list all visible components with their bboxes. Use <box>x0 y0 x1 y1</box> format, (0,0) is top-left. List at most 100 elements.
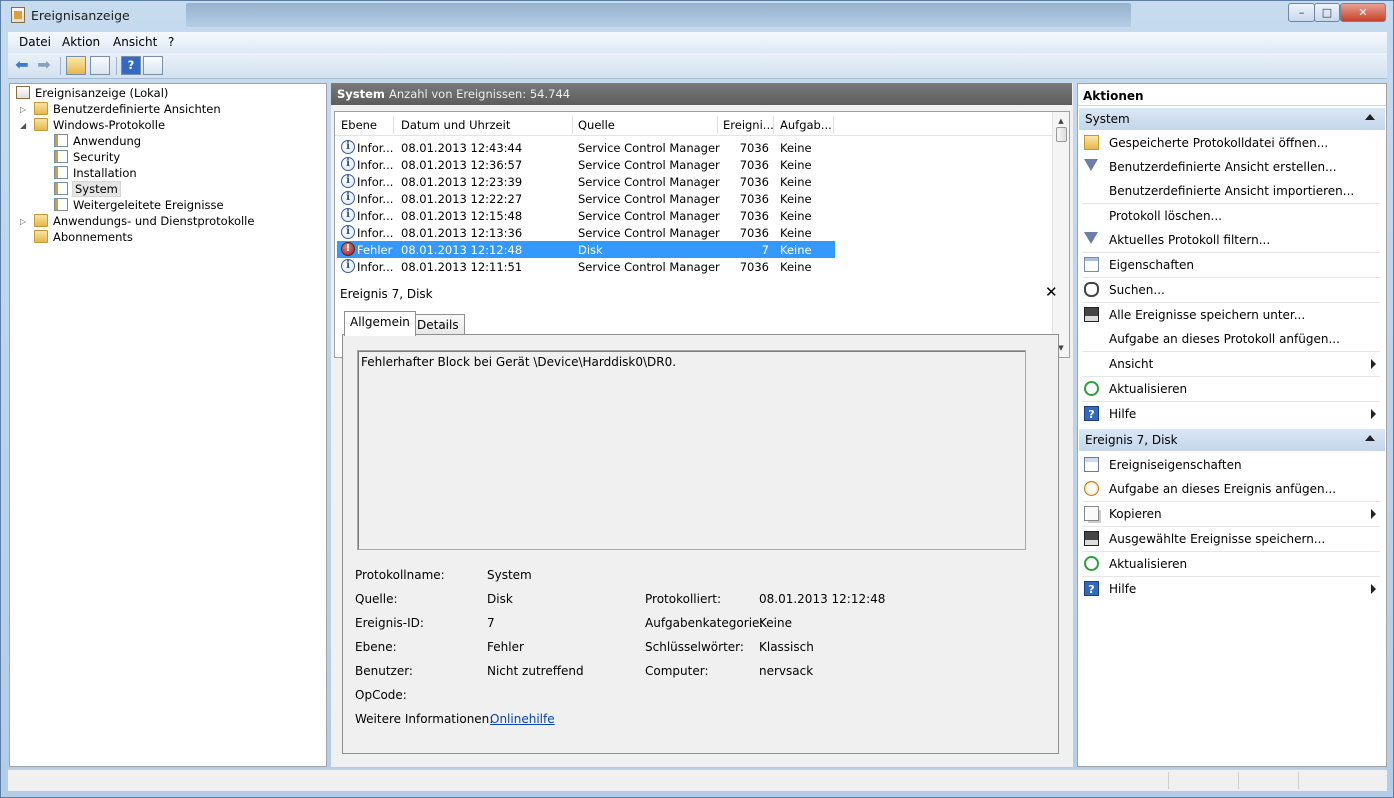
action-item[interactable]: ? Hilfe <box>1078 577 1384 601</box>
action-item[interactable]: Protokoll löschen... <box>1078 204 1384 228</box>
action-item[interactable]: Benutzerdefinierte Ansicht importieren..… <box>1078 179 1384 203</box>
submenu-arrow-icon <box>1371 509 1376 519</box>
cell-level: Infor... <box>357 141 394 155</box>
maximize-button[interactable]: □ <box>1314 3 1340 22</box>
tree-item-label: System <box>72 181 121 197</box>
collapse-section-icon[interactable] <box>1365 435 1375 441</box>
tree-item-anwendung[interactable]: Anwendung <box>54 133 141 149</box>
column-header-ebene[interactable]: Ebene <box>341 118 377 132</box>
action-label: Benutzerdefinierte Ansicht importieren..… <box>1109 184 1355 198</box>
show-hide-console-tree-icon[interactable] <box>90 56 110 75</box>
column-separator[interactable] <box>393 116 394 134</box>
tree-item-label: Installation <box>73 166 137 180</box>
action-item[interactable]: Ereigniseigenschaften <box>1078 453 1384 477</box>
close-button[interactable]: ✕ <box>1340 3 1386 22</box>
menu-aktion[interactable]: Aktion <box>62 35 100 49</box>
tree-item-benutzerdefinierte-ansichten[interactable]: Benutzerdefinierte Ansichten <box>34 101 221 117</box>
show-hide-action-pane-icon[interactable] <box>143 56 163 75</box>
close-detail-icon[interactable]: ✕ <box>1045 283 1058 301</box>
menu-datei[interactable]: Datei <box>19 35 51 49</box>
actions-section-event[interactable]: Ereignis 7, Disk <box>1079 429 1385 451</box>
tree-root[interactable]: Ereignisanzeige (Lokal) <box>16 85 168 101</box>
scroll-up-icon[interactable]: ▲ <box>1053 114 1069 128</box>
cell-datetime: 08.01.2013 12:13:36 <box>401 226 523 240</box>
tree-item-installation[interactable]: Installation <box>54 165 137 181</box>
action-item[interactable]: Aktualisieren <box>1078 552 1384 576</box>
cell-event-id: 7 <box>761 243 769 257</box>
tab-details[interactable]: Details <box>411 314 465 336</box>
folder-icon <box>34 214 48 227</box>
column-separator[interactable] <box>717 116 718 134</box>
action-item[interactable]: Ausgewählte Ereignisse speichern... <box>1078 527 1384 551</box>
event-list-scrollbar[interactable]: ▲ ▼ <box>1052 112 1069 357</box>
column-separator[interactable] <box>773 116 774 134</box>
tree-item-windows-protokolle[interactable]: Windows-Protokolle <box>34 117 165 133</box>
tree-item-abonnements[interactable]: Abonnements <box>34 229 133 245</box>
action-item[interactable]: Aktualisieren <box>1078 377 1384 401</box>
column-separator[interactable] <box>572 116 573 134</box>
table-row[interactable]: i Infor... 08.01.2013 12:11:51 Service Cont… <box>337 258 835 275</box>
column-separator[interactable] <box>833 116 834 134</box>
expand-icon[interactable]: ▷ <box>20 105 26 114</box>
cell-datetime: 08.01.2013 12:12:48 <box>401 243 523 257</box>
tab-allgemein[interactable]: Allgemein <box>344 311 416 336</box>
action-label: Kopieren <box>1109 507 1162 521</box>
action-item[interactable]: Kopieren <box>1078 502 1384 526</box>
label-protokolliert: Protokolliert: <box>645 592 722 606</box>
column-header-ereignis-id[interactable]: Ereigni... <box>723 118 774 132</box>
cell-event-id: 7036 <box>739 141 769 155</box>
help-icon[interactable]: ? <box>121 56 141 75</box>
event-message-box[interactable]: Fehlerhafter Block bei Gerät \Device\Har… <box>357 350 1026 550</box>
action-item[interactable]: Ansicht <box>1078 352 1384 376</box>
table-row[interactable]: i Infor... 08.01.2013 12:13:36 Service Cont… <box>337 224 835 241</box>
tree-root-label: Ereignisanzeige (Lokal) <box>35 86 169 100</box>
action-item[interactable]: Gespeicherte Protokolldatei öffnen... <box>1078 131 1384 155</box>
tree-item-weitergeleitete-ereignisse[interactable]: Weitergeleitete Ereignisse <box>54 197 224 213</box>
tree-item-anwendungs-und-dienstprotokolle[interactable]: Anwendungs- und Dienstprotokolle <box>34 213 254 229</box>
column-header-aufgabe[interactable]: Aufgab... <box>780 118 832 132</box>
action-label: Hilfe <box>1109 407 1137 421</box>
toolbar: ⬅ ➡ ? <box>8 53 1387 79</box>
scroll-thumb[interactable] <box>1056 127 1067 142</box>
back-arrow-icon[interactable]: ⬅ <box>12 56 32 75</box>
collapse-icon[interactable]: ◢ <box>20 121 26 130</box>
action-label: Gespeicherte Protokolldatei öffnen... <box>1109 136 1329 150</box>
action-item[interactable]: Aufgabe an dieses Ereignis anfügen... <box>1078 477 1384 501</box>
tree-item-security[interactable]: Security <box>54 149 120 165</box>
table-row[interactable]: i Infor... 08.01.2013 12:22:27 Service Cont… <box>337 190 835 207</box>
forward-arrow-icon[interactable]: ➡ <box>34 56 54 75</box>
actions-section-system[interactable]: System <box>1079 108 1385 130</box>
section-title: System <box>1085 112 1130 126</box>
action-item[interactable]: Aktuelles Protokoll filtern... <box>1078 228 1384 252</box>
status-separator <box>1168 772 1169 789</box>
menu-help[interactable]: ? <box>168 35 174 49</box>
column-header-datum[interactable]: Datum und Uhrzeit <box>401 118 510 132</box>
table-row[interactable]: i Infor... 08.01.2013 12:23:39 Service Cont… <box>337 173 835 190</box>
cell-level: Fehler <box>357 243 393 257</box>
action-item[interactable]: Aufgabe an dieses Protokoll anfügen... <box>1078 327 1384 351</box>
action-item[interactable]: Benutzerdefinierte Ansicht erstellen... <box>1078 155 1384 179</box>
collapse-section-icon[interactable] <box>1365 114 1375 120</box>
table-row[interactable]: i Infor... 08.01.2013 12:36:57 Service Cont… <box>337 156 835 173</box>
folder-icon <box>34 102 48 115</box>
table-row[interactable]: i Infor... 08.01.2013 12:15:48 Service Cont… <box>337 207 835 224</box>
minimize-button[interactable]: – <box>1288 3 1315 22</box>
tree-item-system[interactable]: System <box>54 181 121 197</box>
onlinehilfe-link[interactable]: Onlinehilfe <box>490 712 555 726</box>
cell-level: Infor... <box>357 175 394 189</box>
action-item[interactable]: Alle Ereignisse speichern unter... <box>1078 303 1384 327</box>
up-folder-icon[interactable] <box>66 56 86 75</box>
action-item[interactable]: ? Hilfe <box>1078 402 1384 426</box>
table-row[interactable]: ! Fehler 08.01.2013 12:12:48 Disk 7 Keine <box>337 241 835 258</box>
table-row[interactable]: i Infor... 08.01.2013 12:43:44 Service Cont… <box>337 139 835 156</box>
menu-ansicht[interactable]: Ansicht <box>113 35 157 49</box>
action-item[interactable]: Suchen... <box>1078 278 1384 302</box>
action-label: Aktualisieren <box>1109 557 1188 571</box>
expand-icon[interactable]: ▷ <box>20 217 26 226</box>
cell-event-id: 7036 <box>739 158 769 172</box>
column-header-quelle[interactable]: Quelle <box>578 118 615 132</box>
action-item[interactable]: Eigenschaften <box>1078 253 1384 277</box>
log-icon <box>54 198 68 211</box>
action-label: Eigenschaften <box>1109 258 1195 272</box>
log-icon <box>54 182 68 195</box>
